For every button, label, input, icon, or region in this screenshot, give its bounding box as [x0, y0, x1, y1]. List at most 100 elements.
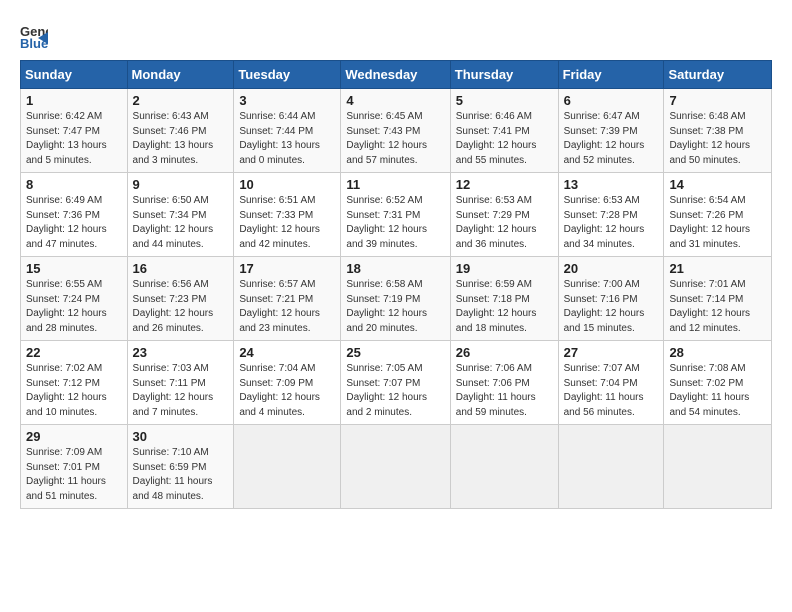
day-number: 3: [239, 93, 335, 108]
week-row-3: 15 Sunrise: 6:55 AMSunset: 7:24 PMDayligh…: [21, 257, 772, 341]
day-info: Sunrise: 7:05 AMSunset: 7:07 PMDaylight:…: [346, 362, 444, 420]
day-number: 22: [26, 345, 122, 360]
day-info: Sunrise: 7:09 AMSunset: 7:01 PMDaylight:…: [26, 446, 122, 504]
col-friday: Friday: [558, 61, 664, 89]
table-row: 30Sunrise: 7:10 AMSunset: 6:59 PMDayligh…: [127, 425, 234, 509]
table-row: 14Sunrise: 6:54 AMSunset: 7:26 PMDayligh…: [664, 173, 772, 257]
day-info: Sunrise: 6:57 AMSunset: 7:21 PMDaylight:…: [239, 278, 335, 336]
table-row: 19 Sunrise: 6:59 AMSunset: 7:18 PMDayligh…: [450, 257, 558, 341]
day-number: 11: [346, 177, 444, 192]
col-thursday: Thursday: [450, 61, 558, 89]
table-row: 12 Sunrise: 6:53 AMSunset: 7:29 PMDayligh…: [450, 173, 558, 257]
day-info: Sunrise: 7:02 AMSunset: 7:12 PMDaylight:…: [26, 362, 122, 420]
svg-text:Blue: Blue: [20, 36, 48, 50]
week-row-4: 22 Sunrise: 7:02 AMSunset: 7:12 PMDayligh…: [21, 341, 772, 425]
header: General Blue: [20, 18, 772, 50]
table-row: 7 Sunrise: 6:48 AMSunset: 7:38 PMDaylight…: [664, 89, 772, 173]
day-info: Sunrise: 7:08 AMSunset: 7:02 PMDaylight:…: [669, 362, 766, 420]
day-number: 19: [456, 261, 553, 276]
day-info: Sunrise: 6:56 AMSunset: 7:23 PMDaylight:…: [133, 278, 229, 336]
table-row: 21 Sunrise: 7:01 AMSunset: 7:14 PMDayligh…: [664, 257, 772, 341]
day-number: 28: [669, 345, 766, 360]
day-info: Sunrise: 6:49 AMSunset: 7:36 PMDaylight:…: [26, 194, 122, 252]
day-number: 25: [346, 345, 444, 360]
day-number: 27: [564, 345, 659, 360]
day-number: 15: [26, 261, 122, 276]
week-row-2: 8 Sunrise: 6:49 AMSunset: 7:36 PMDaylight…: [21, 173, 772, 257]
day-info: Sunrise: 6:52 AMSunset: 7:31 PMDaylight:…: [346, 194, 444, 252]
day-number: 1: [26, 93, 122, 108]
day-info: Sunrise: 7:06 AMSunset: 7:06 PMDaylight:…: [456, 362, 553, 420]
day-info: Sunrise: 7:04 AMSunset: 7:09 PMDaylight:…: [239, 362, 335, 420]
day-number: 6: [564, 93, 659, 108]
table-row: 23 Sunrise: 7:03 AMSunset: 7:11 PMDayligh…: [127, 341, 234, 425]
day-number: 7: [669, 93, 766, 108]
table-row: 9 Sunrise: 6:50 AMSunset: 7:34 PMDaylight…: [127, 173, 234, 257]
day-number: 29: [26, 429, 122, 444]
logo: General Blue: [20, 22, 52, 50]
day-info: Sunrise: 7:03 AMSunset: 7:11 PMDaylight:…: [133, 362, 229, 420]
day-number: 20: [564, 261, 659, 276]
table-row: 8 Sunrise: 6:49 AMSunset: 7:36 PMDaylight…: [21, 173, 128, 257]
table-row: 4Sunrise: 6:45 AMSunset: 7:43 PMDaylight…: [341, 89, 450, 173]
table-row: 25 Sunrise: 7:05 AMSunset: 7:07 PMDayligh…: [341, 341, 450, 425]
table-row: 27 Sunrise: 7:07 AMSunset: 7:04 PMDayligh…: [558, 341, 664, 425]
logo-icon: General Blue: [20, 22, 48, 50]
week-row-1: 1Sunrise: 6:42 AMSunset: 7:47 PMDaylight…: [21, 89, 772, 173]
day-number: 12: [456, 177, 553, 192]
day-info: Sunrise: 6:53 AMSunset: 7:28 PMDaylight:…: [564, 194, 659, 252]
day-info: Sunrise: 7:00 AMSunset: 7:16 PMDaylight:…: [564, 278, 659, 336]
table-row: 16 Sunrise: 6:56 AMSunset: 7:23 PMDayligh…: [127, 257, 234, 341]
day-number: 8: [26, 177, 122, 192]
day-number: 18: [346, 261, 444, 276]
day-number: 2: [133, 93, 229, 108]
day-number: 21: [669, 261, 766, 276]
table-row: 15 Sunrise: 6:55 AMSunset: 7:24 PMDayligh…: [21, 257, 128, 341]
table-row: [341, 425, 450, 509]
col-wednesday: Wednesday: [341, 61, 450, 89]
col-sunday: Sunday: [21, 61, 128, 89]
day-info: Sunrise: 6:47 AMSunset: 7:39 PMDaylight:…: [564, 110, 659, 168]
table-row: 22 Sunrise: 7:02 AMSunset: 7:12 PMDayligh…: [21, 341, 128, 425]
day-info: Sunrise: 7:01 AMSunset: 7:14 PMDaylight:…: [669, 278, 766, 336]
day-number: 23: [133, 345, 229, 360]
table-row: 6 Sunrise: 6:47 AMSunset: 7:39 PMDaylight…: [558, 89, 664, 173]
day-info: Sunrise: 6:59 AMSunset: 7:18 PMDaylight:…: [456, 278, 553, 336]
week-row-5: 29 Sunrise: 7:09 AMSunset: 7:01 PMDayligh…: [21, 425, 772, 509]
calendar-header-row: Sunday Monday Tuesday Wednesday Thursday…: [21, 61, 772, 89]
table-row: 26 Sunrise: 7:06 AMSunset: 7:06 PMDayligh…: [450, 341, 558, 425]
table-row: 24 Sunrise: 7:04 AMSunset: 7:09 PMDayligh…: [234, 341, 341, 425]
table-row: 18 Sunrise: 6:58 AMSunset: 7:19 PMDayligh…: [341, 257, 450, 341]
table-row: [234, 425, 341, 509]
day-info: Sunrise: 6:55 AMSunset: 7:24 PMDaylight:…: [26, 278, 122, 336]
day-number: 5: [456, 93, 553, 108]
day-number: 16: [133, 261, 229, 276]
col-monday: Monday: [127, 61, 234, 89]
table-row: 29 Sunrise: 7:09 AMSunset: 7:01 PMDayligh…: [21, 425, 128, 509]
day-number: 30: [133, 429, 229, 444]
table-row: 2Sunrise: 6:43 AMSunset: 7:46 PMDaylight…: [127, 89, 234, 173]
day-info: Sunrise: 6:53 AMSunset: 7:29 PMDaylight:…: [456, 194, 553, 252]
day-number: 24: [239, 345, 335, 360]
table-row: 10Sunrise: 6:51 AMSunset: 7:33 PMDayligh…: [234, 173, 341, 257]
table-row: [558, 425, 664, 509]
day-number: 17: [239, 261, 335, 276]
col-saturday: Saturday: [664, 61, 772, 89]
day-number: 9: [133, 177, 229, 192]
day-number: 4: [346, 93, 444, 108]
day-info: Sunrise: 7:07 AMSunset: 7:04 PMDaylight:…: [564, 362, 659, 420]
table-row: 5 Sunrise: 6:46 AMSunset: 7:41 PMDaylight…: [450, 89, 558, 173]
table-row: 28 Sunrise: 7:08 AMSunset: 7:02 PMDayligh…: [664, 341, 772, 425]
table-row: 3 Sunrise: 6:44 AMSunset: 7:44 PMDaylight…: [234, 89, 341, 173]
table-row: 20 Sunrise: 7:00 AMSunset: 7:16 PMDayligh…: [558, 257, 664, 341]
calendar-table: Sunday Monday Tuesday Wednesday Thursday…: [20, 60, 772, 509]
day-number: 10: [239, 177, 335, 192]
day-info: Sunrise: 6:46 AMSunset: 7:41 PMDaylight:…: [456, 110, 553, 168]
table-row: 13Sunrise: 6:53 AMSunset: 7:28 PMDayligh…: [558, 173, 664, 257]
day-number: 14: [669, 177, 766, 192]
day-info: Sunrise: 6:58 AMSunset: 7:19 PMDaylight:…: [346, 278, 444, 336]
day-info: Sunrise: 6:50 AMSunset: 7:34 PMDaylight:…: [133, 194, 229, 252]
day-info: Sunrise: 6:48 AMSunset: 7:38 PMDaylight:…: [669, 110, 766, 168]
day-info: Sunrise: 6:44 AMSunset: 7:44 PMDaylight:…: [239, 110, 335, 168]
day-number: 26: [456, 345, 553, 360]
